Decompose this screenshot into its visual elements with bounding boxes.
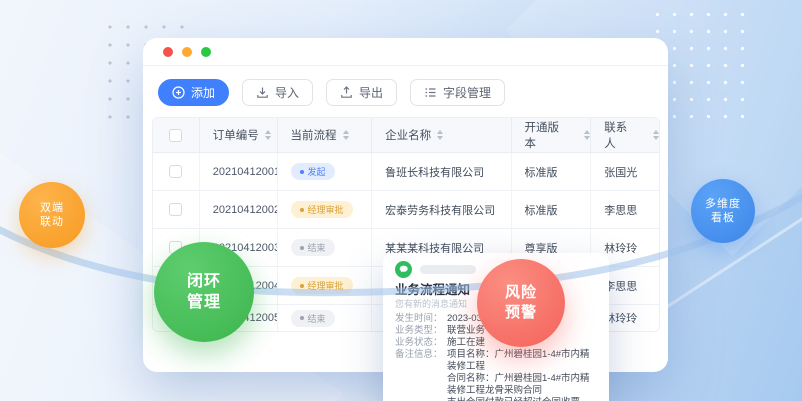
wechat-icon (395, 261, 412, 278)
column-header-contact: 联系人 (604, 119, 637, 151)
status-badge: 发起 (291, 163, 335, 180)
order-number: 20210412001 (213, 166, 278, 178)
sender-placeholder-bar (420, 265, 476, 274)
import-button-label: 导入 (275, 84, 299, 101)
sort-icon[interactable] (265, 130, 271, 140)
company-name: 宏泰劳务科技有限公司 (385, 202, 495, 218)
field-value: 项目名称：广州碧桂园1-4#市内精装修工程 (447, 349, 597, 373)
status-badge: 结束 (291, 239, 335, 256)
bubble-text: 多维度 (705, 197, 741, 211)
contact-name: 林玲玲 (604, 240, 637, 256)
import-button[interactable]: 导入 (242, 79, 313, 106)
sort-icon[interactable] (343, 130, 349, 140)
traffic-light-red-icon (163, 47, 173, 57)
contact-name: 李思思 (604, 278, 637, 294)
field-label: 业务状态： (395, 337, 447, 349)
status-dot-icon (300, 284, 304, 288)
export-button-label: 导出 (359, 84, 383, 101)
row-checkbox[interactable] (169, 203, 182, 216)
table-header-row: 订单编号 当前流程 企业名称 开通版本 联系人 (153, 118, 659, 153)
hero-canvas: 添加 导入 导出 字段管理 (0, 0, 802, 401)
field-management-button[interactable]: 字段管理 (410, 79, 505, 106)
row-checkbox[interactable] (169, 165, 182, 178)
sort-icon[interactable] (437, 130, 443, 140)
status-label: 结束 (308, 241, 326, 254)
bubble-text: 联动 (40, 215, 64, 229)
add-button-label: 添加 (191, 84, 215, 101)
status-dot-icon (300, 246, 304, 250)
traffic-light-yellow-icon (182, 47, 192, 57)
contact-name: 李思思 (604, 202, 637, 218)
download-icon (256, 86, 269, 99)
select-all-checkbox[interactable] (169, 129, 182, 142)
table-row: 20210412001 发起 鲁班长科技有限公司 标准版 张国光 (153, 153, 659, 191)
status-badge: 结束 (291, 310, 335, 327)
field-value-extra: 合同名称：广州碧桂园1-4#市内精装修工程龙骨采购合同 (447, 373, 597, 397)
toolbar: 添加 导入 导出 字段管理 (143, 66, 668, 106)
status-label: 结束 (308, 312, 326, 325)
add-button[interactable]: 添加 (158, 79, 229, 106)
bubble-text: 风险 (505, 283, 537, 303)
status-dot-icon (300, 208, 304, 212)
version: 标准版 (525, 202, 558, 218)
table-row: 20210412002 经理审批 宏泰劳务科技有限公司 标准版 李思思 (153, 191, 659, 229)
feature-bubble-dashboard: 多维度 看板 (691, 179, 755, 243)
bubble-text: 看板 (711, 211, 735, 225)
contact-name: 张国光 (604, 164, 637, 180)
field-label: 业务类型： (395, 325, 447, 337)
window-titlebar (143, 38, 668, 66)
bubble-text: 管理 (187, 292, 221, 313)
status-badge: 经理审批 (291, 201, 353, 218)
upload-icon (340, 86, 353, 99)
circle-plus-icon (172, 86, 185, 99)
status-dot-icon (300, 316, 304, 320)
traffic-light-green-icon (201, 47, 211, 57)
column-header-company: 企业名称 (385, 127, 431, 143)
sort-icon[interactable] (653, 130, 659, 140)
column-header-version: 开通版本 (525, 119, 569, 151)
field-value: 联营业务 (447, 325, 485, 337)
order-number: 20210412002 (213, 204, 278, 216)
field-value: 施工在建 (447, 337, 485, 349)
bubble-text: 双端 (40, 201, 64, 215)
bubble-text: 预警 (505, 303, 537, 323)
feature-bubble-closed-loop: 闭环 管理 (154, 242, 254, 342)
bubble-text: 闭环 (187, 271, 221, 292)
field-management-button-label: 字段管理 (443, 84, 491, 101)
feature-bubble-dual-link: 双端 联动 (19, 182, 85, 248)
version: 标准版 (525, 164, 558, 180)
feature-bubble-risk-warning: 风险 预警 (477, 259, 565, 347)
status-label: 经理审批 (308, 203, 344, 216)
status-label: 发起 (308, 165, 326, 178)
column-header-order: 订单编号 (213, 127, 259, 143)
status-badge: 经理审批 (291, 277, 353, 294)
sort-icon[interactable] (584, 130, 590, 140)
contact-name: 林玲玲 (604, 310, 637, 326)
notification-field: 备注信息： 项目名称：广州碧桂园1-4#市内精装修工程 (395, 349, 597, 373)
field-list-icon (424, 86, 437, 99)
field-label: 备注信息： (395, 349, 447, 373)
field-value-extra: 支出合同付款已经超过合同收票，请注意！！！ (447, 397, 597, 401)
export-button[interactable]: 导出 (326, 79, 397, 106)
status-dot-icon (300, 170, 304, 174)
status-label: 经理审批 (308, 279, 344, 292)
field-label: 发生时间： (395, 313, 447, 325)
column-header-flow: 当前流程 (291, 127, 337, 143)
company-name: 鲁班长科技有限公司 (385, 164, 484, 180)
